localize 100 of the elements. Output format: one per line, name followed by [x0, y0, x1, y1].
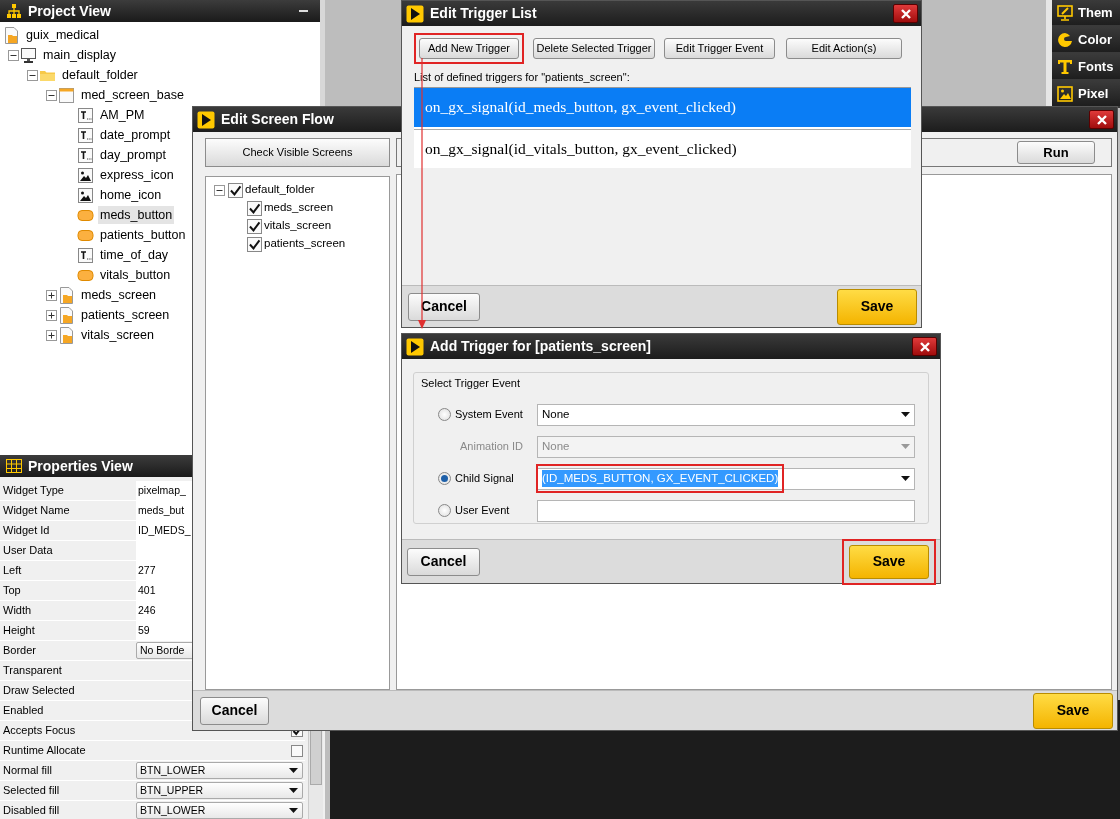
tree-item[interactable]: patients_button	[98, 225, 188, 245]
tree-item[interactable]: vitals_button	[98, 265, 173, 285]
tree-item[interactable]: default_folder	[245, 181, 315, 199]
image-widget-icon	[77, 166, 94, 184]
expand-toggle[interactable]	[46, 289, 57, 301]
property-dropdown[interactable]: BTN_LOWER	[136, 762, 303, 779]
check-icon	[229, 183, 242, 197]
collapse-toggle[interactable]	[214, 184, 225, 196]
close-icon	[1096, 114, 1107, 125]
tree-item[interactable]: meds_screen	[264, 199, 334, 217]
check-visible-screens-button[interactable]: Check Visible Screens	[205, 138, 390, 167]
property-label: Accepts Focus	[2, 723, 77, 739]
group-label: Select Trigger Event	[421, 376, 522, 391]
close-button[interactable]	[1089, 110, 1114, 129]
property-label: Disabled fill	[2, 803, 61, 819]
tree-item[interactable]: home_icon	[98, 185, 164, 205]
tree-item[interactable]: express_icon	[98, 165, 176, 185]
property-label: Selected fill	[2, 783, 61, 799]
tree-item[interactable]: vitals_screen	[79, 325, 156, 345]
close-button[interactable]	[893, 4, 918, 23]
cancel-button[interactable]: Cancel	[200, 696, 269, 725]
play-icon	[406, 337, 424, 356]
collapse-toggle[interactable]	[46, 89, 57, 101]
tree-item[interactable]: med_screen_base	[79, 85, 186, 105]
dialog-title: Edit Trigger List	[430, 4, 537, 23]
checkbox[interactable]	[247, 236, 262, 252]
save-button[interactable]: Save	[849, 544, 929, 579]
screen-icon	[58, 306, 75, 324]
panel-title: Project View	[28, 1, 111, 21]
property-label: Transparent	[2, 663, 63, 679]
cancel-button[interactable]: Cancel	[407, 547, 480, 576]
caret-icon	[289, 788, 298, 793]
expand-toggle[interactable]	[46, 309, 57, 321]
checkbox[interactable]	[247, 218, 262, 234]
text-widget-icon	[77, 126, 94, 144]
radio-button[interactable]	[438, 408, 451, 421]
option-label: Child Signal	[455, 471, 514, 487]
tree-item[interactable]: patients_screen	[79, 305, 172, 325]
tree-item[interactable]: guix_medical	[24, 25, 101, 45]
palette-icon	[1057, 31, 1073, 48]
caret-icon	[289, 768, 298, 773]
toolbar-button[interactable]: Delete Selected Trigger	[533, 38, 655, 59]
checkbox[interactable]	[247, 200, 262, 216]
tree-item[interactable]: vitals_screen	[264, 217, 332, 235]
text-widget-icon	[77, 246, 94, 264]
tree-item[interactable]: default_folder	[60, 65, 140, 85]
checkbox[interactable]	[291, 744, 303, 757]
property-dropdown[interactable]: BTN_UPPER	[136, 782, 303, 799]
resource-tab[interactable]: Fonts	[1052, 54, 1120, 79]
hierarchy-icon	[6, 3, 22, 19]
property-label: Width	[2, 603, 33, 619]
property-label: Widget Id	[2, 523, 51, 539]
grid-icon	[6, 459, 22, 473]
cancel-button[interactable]: Cancel	[408, 292, 480, 321]
checkbox[interactable]	[228, 182, 243, 198]
save-button[interactable]: Save	[837, 288, 917, 325]
font-icon	[1057, 58, 1073, 75]
property-label: User Data	[2, 543, 54, 559]
tree-item[interactable]: date_prompt	[98, 125, 173, 145]
dialog-title: Edit Screen Flow	[221, 110, 334, 129]
run-button[interactable]: Run	[1017, 141, 1095, 164]
close-icon	[900, 8, 911, 19]
trigger-list-item[interactable]: on_gx_signal(id_meds_button, gx_event_clicked)	[414, 87, 911, 127]
tree-item[interactable]: main_display	[41, 45, 118, 65]
tree-item[interactable]: meds_button	[98, 205, 175, 225]
caret-icon	[289, 808, 298, 813]
tree-item[interactable]: meds_screen	[79, 285, 159, 305]
text-field[interactable]	[537, 499, 915, 522]
screen-icon	[58, 326, 75, 344]
tree-item[interactable]: patients_screen	[264, 235, 346, 253]
tree-item[interactable]: AM_PM	[98, 105, 147, 125]
tree-item[interactable]: time_of_day	[98, 245, 171, 265]
resource-tab[interactable]: Pixel	[1052, 81, 1120, 106]
toolbar-button[interactable]: Edit Action(s)	[786, 38, 902, 59]
property-label: Normal fill	[2, 763, 53, 779]
tree-item[interactable]: day_prompt	[98, 145, 168, 165]
expand-toggle[interactable]	[46, 329, 57, 341]
close-button[interactable]	[912, 337, 937, 356]
monitor-icon	[20, 46, 37, 64]
collapse-toggle[interactable]	[27, 69, 38, 81]
dropdown-field[interactable]: None	[537, 403, 915, 426]
list-caption: List of defined triggers for "patients_screen":	[414, 70, 631, 85]
radio-button[interactable]	[438, 504, 451, 517]
close-icon	[919, 341, 930, 352]
play-icon	[406, 4, 424, 23]
check-icon	[248, 201, 261, 215]
property-label: Left	[2, 563, 23, 579]
window-icon	[58, 86, 75, 104]
property-dropdown[interactable]: BTN_LOWER	[136, 802, 303, 819]
radio-button[interactable]	[438, 472, 451, 485]
caret-icon	[901, 476, 910, 481]
caret-icon	[901, 412, 910, 417]
save-button[interactable]: Save	[1033, 692, 1113, 729]
property-label: Widget Type	[2, 483, 65, 499]
image-widget-icon	[77, 186, 94, 204]
resource-tab[interactable]: Them	[1052, 0, 1120, 25]
resource-tab[interactable]: Color	[1052, 27, 1120, 52]
toolbar-button[interactable]: Add New Trigger	[419, 38, 519, 59]
collapse-toggle[interactable]	[8, 49, 19, 61]
toolbar-button[interactable]: Edit Trigger Event	[664, 38, 775, 59]
